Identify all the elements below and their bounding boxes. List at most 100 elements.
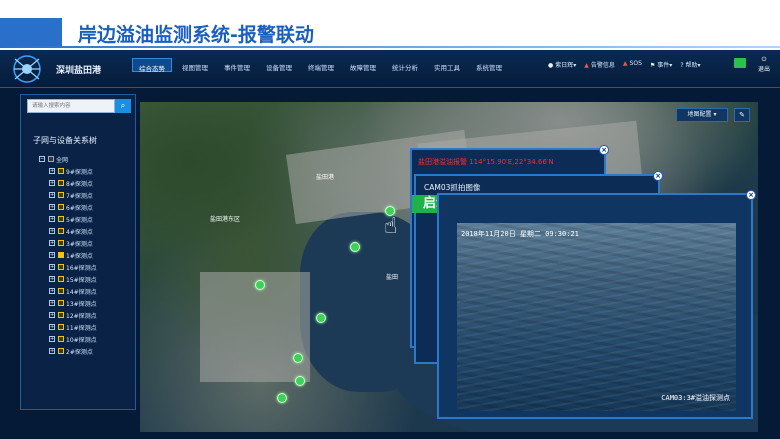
exit-label: 退出 xyxy=(757,66,770,73)
close-icon[interactable]: × xyxy=(653,171,663,181)
tab-terminal-management[interactable]: 终端管理 xyxy=(302,58,340,72)
collapse-icon[interactable]: − xyxy=(39,156,45,162)
tab-view-management[interactable]: 视图管理 xyxy=(176,58,214,72)
video-popup: × 2018年11月20日 星期二 09:30:21 CAM03:3#溢油探测点 xyxy=(437,190,756,419)
tree-node[interactable]: +6#探测点 xyxy=(49,201,97,213)
tree-node[interactable]: +8#探测点 xyxy=(49,177,97,189)
tree-node-root[interactable]: − 全网 xyxy=(39,153,97,165)
close-icon[interactable]: × xyxy=(746,190,756,200)
tab-statistics[interactable]: 统计分析 xyxy=(386,58,424,72)
events-label: 事件 xyxy=(657,62,670,69)
expand-icon[interactable]: + xyxy=(49,252,55,258)
user-icon: ● xyxy=(548,62,554,69)
expand-icon[interactable]: + xyxy=(49,312,55,318)
camera-feed: 2018年11月20日 星期二 09:30:21 CAM03:3#溢油探测点 xyxy=(457,223,736,411)
sensor-icon xyxy=(58,204,64,210)
expand-icon[interactable]: + xyxy=(49,216,55,222)
sensor-icon xyxy=(58,288,64,294)
chevron-down-icon: ▾ xyxy=(669,62,673,69)
expand-icon[interactable]: + xyxy=(49,228,55,234)
tree-node[interactable]: +5#探测点 xyxy=(49,213,97,225)
top-right-tools: ● 紫日辉▾ ▲ 告警信息 ▲ SOS ⚑ 事件▾ ? 帮助▾ xyxy=(548,60,709,69)
search-input[interactable] xyxy=(27,99,115,113)
tree-node-label: 1#探测点 xyxy=(66,252,93,260)
tree-node[interactable]: +9#探测点 xyxy=(49,165,97,177)
tab-system-management[interactable]: 系统管理 xyxy=(470,58,508,72)
tree-node[interactable]: +4#探测点 xyxy=(49,225,97,237)
tree-node[interactable]: +14#探测点 xyxy=(49,285,97,297)
expand-icon[interactable]: + xyxy=(49,288,55,294)
expand-icon[interactable]: + xyxy=(49,204,55,210)
events-menu[interactable]: ⚑ 事件▾ xyxy=(650,60,672,69)
tree-node[interactable]: +10#探测点 xyxy=(49,333,97,345)
sensor-icon xyxy=(58,264,64,270)
tree-node[interactable]: +15#探测点 xyxy=(49,273,97,285)
tab-event-management[interactable]: 事件管理 xyxy=(218,58,256,72)
map-pin[interactable] xyxy=(316,313,326,323)
tab-device-management[interactable]: 设备管理 xyxy=(260,58,298,72)
tree-node[interactable]: +12#探测点 xyxy=(49,309,97,321)
header-accent-bar xyxy=(0,18,62,46)
edit-icon: ✎ xyxy=(739,111,745,119)
sensor-icon xyxy=(58,168,64,174)
tree-node-label: 9#探测点 xyxy=(66,168,93,176)
sos-label: SOS xyxy=(629,60,642,67)
expand-icon[interactable]: + xyxy=(49,276,55,282)
map-pin[interactable] xyxy=(255,280,265,290)
tree-node[interactable]: +7#探测点 xyxy=(49,189,97,201)
sos-button[interactable]: ▲ SOS xyxy=(623,60,642,69)
sensor-icon xyxy=(58,336,64,342)
help-menu[interactable]: ? 帮助▾ xyxy=(680,60,700,69)
search-button[interactable]: ⌕ xyxy=(115,99,131,113)
top-bar: 深圳盐田港 综合态势 视图管理 事件管理 设备管理 终端管理 故障管理 统计分析… xyxy=(0,50,780,88)
expand-icon[interactable]: + xyxy=(49,192,55,198)
tree-node-label: 5#探测点 xyxy=(66,216,93,224)
map-pin[interactable] xyxy=(277,393,287,403)
sensor-icon xyxy=(58,312,64,318)
sensor-icon xyxy=(58,324,64,330)
help-label: 帮助 xyxy=(685,62,698,69)
expand-icon[interactable]: + xyxy=(49,180,55,186)
close-icon[interactable]: × xyxy=(599,145,609,155)
expand-icon[interactable]: + xyxy=(49,324,55,330)
sos-icon: ▲ xyxy=(622,60,628,67)
map-label-yantian-port: 盐田港 xyxy=(316,174,335,181)
tree-node-label: 3#探测点 xyxy=(66,240,93,248)
tree-node[interactable]: +3#探测点 xyxy=(49,237,97,249)
expand-icon[interactable]: + xyxy=(49,168,55,174)
expand-icon[interactable]: + xyxy=(49,240,55,246)
tab-overview[interactable]: 综合态势 xyxy=(132,58,172,73)
map-config-label: 地图配置 xyxy=(687,111,712,118)
exit-button[interactable]: ⏻ 退出 xyxy=(754,56,774,73)
user-menu[interactable]: ● 紫日辉▾ xyxy=(548,60,576,69)
alarm-text: 盐田港溢油报警 114°15.90′E,22°34.66′N xyxy=(418,158,554,166)
slide-title: 岸边溢油监测系统-报警联动 xyxy=(78,24,314,46)
map-config-button[interactable]: 地图配置 ▾ xyxy=(676,108,728,122)
tree-node-label: 全网 xyxy=(56,156,69,164)
tree-node[interactable]: +13#探测点 xyxy=(49,297,97,309)
tree-node[interactable]: +2#探测点 xyxy=(49,345,97,357)
alerts-button[interactable]: ▲ 告警信息 xyxy=(584,60,615,69)
map-pin[interactable] xyxy=(293,353,303,363)
map-pin[interactable] xyxy=(350,242,360,252)
help-icon: ? xyxy=(680,62,684,69)
sensor-icon xyxy=(58,240,64,246)
tree-node[interactable]: +16#探测点 xyxy=(49,261,97,273)
sensor-alarm-icon xyxy=(58,252,64,258)
screen-toggle-button[interactable] xyxy=(734,58,746,68)
map-edit-button[interactable]: ✎ xyxy=(734,108,750,122)
expand-icon[interactable]: + xyxy=(49,300,55,306)
spider-logo-icon xyxy=(13,55,41,83)
expand-icon[interactable]: + xyxy=(49,348,55,354)
tree-node[interactable]: +1#探测点 xyxy=(49,249,97,261)
expand-icon[interactable]: + xyxy=(49,264,55,270)
tree-node-label: 10#探测点 xyxy=(66,336,97,344)
expand-icon[interactable]: + xyxy=(49,336,55,342)
tab-fault-management[interactable]: 故障管理 xyxy=(344,58,382,72)
tab-tools[interactable]: 实用工具 xyxy=(428,58,466,72)
map-label-yantian: 盐田 xyxy=(386,274,399,281)
tree-node-label: 4#探测点 xyxy=(66,228,93,236)
alert-icon: ▲ xyxy=(584,62,589,69)
tree-node[interactable]: +11#探测点 xyxy=(49,321,97,333)
map-pin[interactable] xyxy=(295,376,305,386)
